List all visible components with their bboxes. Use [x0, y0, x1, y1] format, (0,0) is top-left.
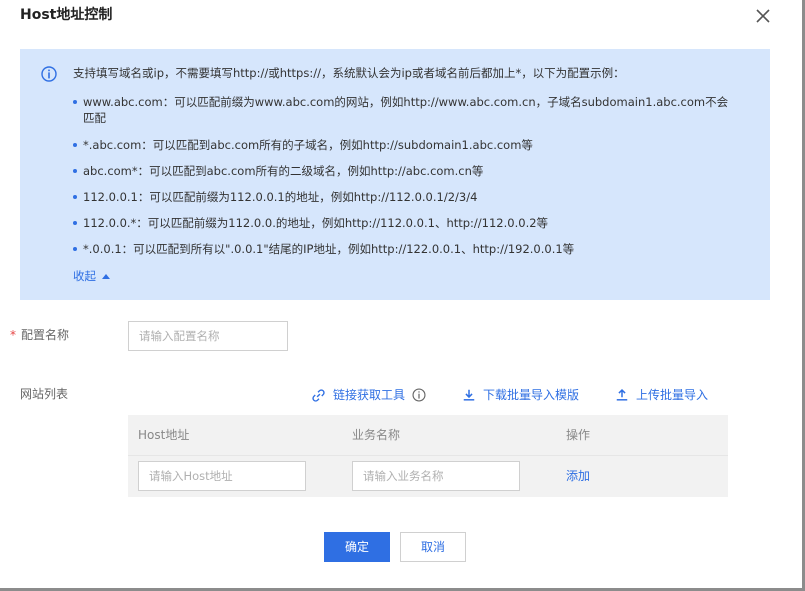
collapse-label: 收起	[73, 269, 96, 283]
host-control-dialog: Host地址控制 支持填写域名或ip，不需要填写http://或https://…	[0, 0, 805, 591]
host-address-input[interactable]	[138, 461, 306, 491]
download-icon	[463, 389, 475, 401]
config-example-notice: 支持填写域名或ip，不需要填写http://或https://，系统默认会为ip…	[20, 49, 770, 300]
dialog-title: Host地址控制	[20, 7, 113, 23]
close-icon	[756, 9, 770, 23]
upload-icon	[616, 388, 628, 401]
column-actions: 操作	[566, 428, 591, 442]
site-list-label: 网站列表	[20, 387, 69, 401]
confirm-button[interactable]: 确定	[324, 532, 390, 562]
caret-up-icon	[102, 273, 110, 279]
upload-import-label: 上传批量导入	[636, 388, 709, 402]
info-icon[interactable]	[412, 388, 426, 402]
notice-example-item: 112.0.0.*：可以匹配前缀为112.0.0.的地址，例如http://11…	[73, 215, 733, 231]
config-name-input[interactable]	[128, 321, 288, 351]
download-template-button[interactable]: 下载批量导入模版	[462, 386, 579, 404]
site-table-header: Host地址 业务名称 操作	[128, 415, 728, 455]
add-row-button[interactable]: 添加	[566, 468, 590, 484]
config-name-label: * 配置名称	[10, 327, 69, 343]
link-tool-label: 链接获取工具	[333, 388, 406, 402]
business-name-input[interactable]	[352, 461, 520, 491]
collapse-button[interactable]: 收起	[73, 268, 110, 284]
notice-example-item: abc.com*：可以匹配到abc.com所有的二级域名，例如http://ab…	[73, 163, 733, 179]
upload-import-button[interactable]: 上传批量导入	[615, 386, 708, 404]
table-row: 添加	[128, 455, 728, 497]
notice-example-item: *.0.0.1：可以匹配到所有以".0.0.1"结尾的IP地址，例如http:/…	[73, 241, 733, 257]
close-button[interactable]	[754, 7, 772, 25]
notice-example-item: 112.0.0.1：可以匹配前缀为112.0.0.1的地址，例如http://1…	[73, 189, 733, 205]
link-tool-button[interactable]: 链接获取工具	[311, 386, 426, 404]
notice-example-item: www.abc.com：可以匹配前缀为www.abc.com的网站，例如http…	[73, 94, 733, 126]
notice-heading: 支持填写域名或ip，不需要填写http://或https://，系统默认会为ip…	[73, 66, 625, 80]
required-mark: *	[10, 328, 16, 342]
column-business-name: 业务名称	[352, 428, 401, 442]
cancel-button[interactable]: 取消	[400, 532, 466, 562]
column-host: Host地址	[138, 428, 190, 442]
config-name-label-text: 配置名称	[21, 328, 70, 342]
link-icon	[312, 388, 325, 402]
info-icon	[41, 66, 57, 82]
notice-example-item: *.abc.com：可以匹配到abc.com所有的子域名，例如http://su…	[73, 137, 733, 153]
download-template-label: 下载批量导入模版	[483, 388, 580, 402]
